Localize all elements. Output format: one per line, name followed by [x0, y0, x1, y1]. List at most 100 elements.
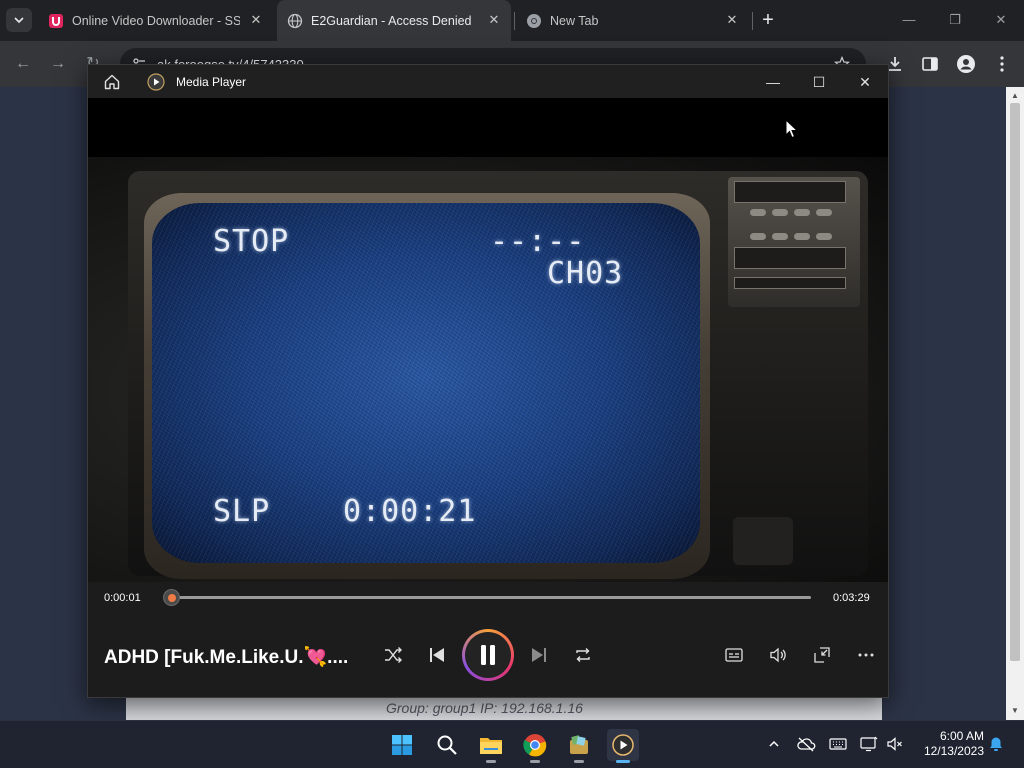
media-player-title: Media Player: [176, 75, 247, 89]
volume-muted-icon: [887, 737, 902, 751]
osd-counter-text: 0:00:21: [343, 494, 477, 529]
pause-button[interactable]: [462, 629, 514, 681]
player-maximize-button[interactable]: ☐: [806, 69, 832, 95]
tab-separator: [752, 12, 753, 30]
group-ip-text: Group: group1 IP: 192.168.1.16: [386, 700, 583, 716]
notifications-button[interactable]: [985, 733, 1007, 755]
next-button[interactable]: [525, 641, 553, 669]
tab-title: Online Video Downloader - SSYo: [72, 14, 240, 28]
side-panel-icon[interactable]: [920, 54, 940, 74]
video-frame: STOP --:-- CH03 SLP 0:00:21: [88, 157, 888, 582]
profile-icon[interactable]: [956, 54, 976, 74]
captions-icon: [725, 648, 743, 662]
display-tray-button[interactable]: [858, 733, 880, 755]
active-indicator: [616, 760, 630, 763]
keyboard-icon: [829, 738, 847, 750]
scrollbar-thumb[interactable]: [1010, 103, 1020, 661]
more-menu-icon[interactable]: [992, 54, 1012, 74]
video-area[interactable]: STOP --:-- CH03 SLP 0:00:21: [88, 98, 888, 582]
more-options-button[interactable]: [852, 641, 880, 669]
osd-mode-text: STOP: [213, 224, 290, 259]
browser-restore-button[interactable]: ❐: [940, 8, 970, 32]
tab-new-tab[interactable]: New Tab ✕: [516, 0, 750, 41]
browser-close-button[interactable]: ✕: [986, 8, 1016, 32]
clock-time: 6:00 AM: [939, 729, 984, 743]
chevron-down-icon: [14, 17, 24, 24]
player-close-button[interactable]: ✕: [852, 69, 878, 95]
show-hidden-icons-button[interactable]: [763, 733, 785, 755]
file-explorer-icon: [480, 738, 502, 754]
tab-search-button[interactable]: [6, 8, 32, 32]
media-player-titlebar[interactable]: Media Player — ☐ ✕: [88, 65, 888, 98]
pause-icon: [481, 645, 495, 665]
onedrive-tray-button[interactable]: [795, 733, 817, 755]
panel-key: [772, 209, 788, 216]
now-playing-title: ADHD [Fuk.Me.Like.U.💘....: [104, 647, 349, 668]
tab-title: E2Guardian - Access Denied: [311, 14, 472, 28]
store-icon: [570, 735, 588, 754]
taskbar-media-player[interactable]: [607, 729, 639, 763]
tab-close-button[interactable]: ✕: [486, 12, 502, 28]
windows-start-icon: [392, 735, 412, 755]
mini-player-icon: [814, 647, 830, 663]
mouse-cursor-icon: [785, 119, 799, 139]
back-button[interactable]: ←: [12, 53, 34, 75]
clock-date: 12/13/2023: [923, 744, 984, 758]
more-horizontal-icon: [858, 653, 874, 657]
seek-bar[interactable]: [168, 596, 811, 599]
media-player-window: Media Player — ☐ ✕ STOP --:-- CH03 SLP 0…: [87, 64, 889, 698]
search-icon: [437, 735, 457, 755]
captions-button[interactable]: [720, 641, 748, 669]
seek-bar-thumb[interactable]: [163, 589, 181, 606]
panel-key: [750, 233, 766, 240]
scroll-down-arrow-icon[interactable]: ▼: [1006, 704, 1024, 718]
elapsed-time: 0:00:01: [104, 592, 141, 604]
taskbar-search-button[interactable]: [431, 729, 463, 761]
browser-minimize-button[interactable]: —: [894, 8, 924, 32]
panel-slot: [734, 181, 846, 203]
panel-key: [794, 209, 810, 216]
running-indicator: [530, 760, 540, 763]
repeat-button[interactable]: [569, 641, 597, 669]
scroll-up-arrow-icon[interactable]: ▲: [1006, 89, 1024, 103]
volume-button[interactable]: [764, 641, 792, 669]
media-player-logo-icon: [147, 73, 165, 91]
tv-speaker: [733, 517, 793, 565]
osd-speed-text: SLP: [213, 494, 271, 529]
browser-tabstrip: Online Video Downloader - SSYo ✕ E2Guard…: [0, 0, 1024, 41]
tab-e2guardian[interactable]: E2Guardian - Access Denied ✕: [277, 0, 511, 41]
volume-icon: [770, 647, 786, 663]
home-icon[interactable]: [103, 73, 121, 91]
tab-separator: [514, 12, 515, 30]
notification-bell-icon: [990, 737, 1002, 751]
ssyoutube-icon: [49, 14, 63, 28]
shuffle-icon: [385, 647, 402, 663]
tab-close-button[interactable]: ✕: [724, 12, 740, 28]
taskbar-file-explorer[interactable]: [475, 729, 507, 763]
keyboard-tray-button[interactable]: [827, 733, 849, 755]
mini-player-button[interactable]: [808, 641, 836, 669]
osd-clock-text: --:--: [490, 224, 586, 259]
panel-key: [816, 209, 832, 216]
shuffle-button[interactable]: [379, 641, 407, 669]
skip-next-icon: [532, 648, 546, 662]
page-scrollbar[interactable]: ▲ ▼: [1006, 87, 1024, 720]
total-duration: 0:03:29: [833, 592, 870, 604]
tv-control-panel: [728, 177, 860, 307]
running-indicator: [486, 760, 496, 763]
skip-previous-icon: [430, 648, 444, 662]
taskbar-chrome[interactable]: [519, 729, 551, 763]
display-icon: [860, 736, 878, 752]
new-tab-button[interactable]: +: [758, 10, 778, 30]
previous-button[interactable]: [423, 641, 451, 669]
tab-online-video-downloader[interactable]: Online Video Downloader - SSYo ✕: [38, 0, 272, 41]
panel-slot: [734, 277, 846, 289]
taskbar-clock[interactable]: 6:00 AM 12/13/2023: [912, 729, 984, 759]
start-button[interactable]: [386, 729, 418, 761]
tab-title: New Tab: [550, 14, 599, 28]
volume-tray-button[interactable]: [884, 733, 906, 755]
taskbar-store-app[interactable]: [563, 729, 595, 763]
tab-close-button[interactable]: ✕: [248, 12, 264, 28]
forward-button[interactable]: →: [47, 53, 69, 75]
player-minimize-button[interactable]: —: [760, 69, 786, 95]
